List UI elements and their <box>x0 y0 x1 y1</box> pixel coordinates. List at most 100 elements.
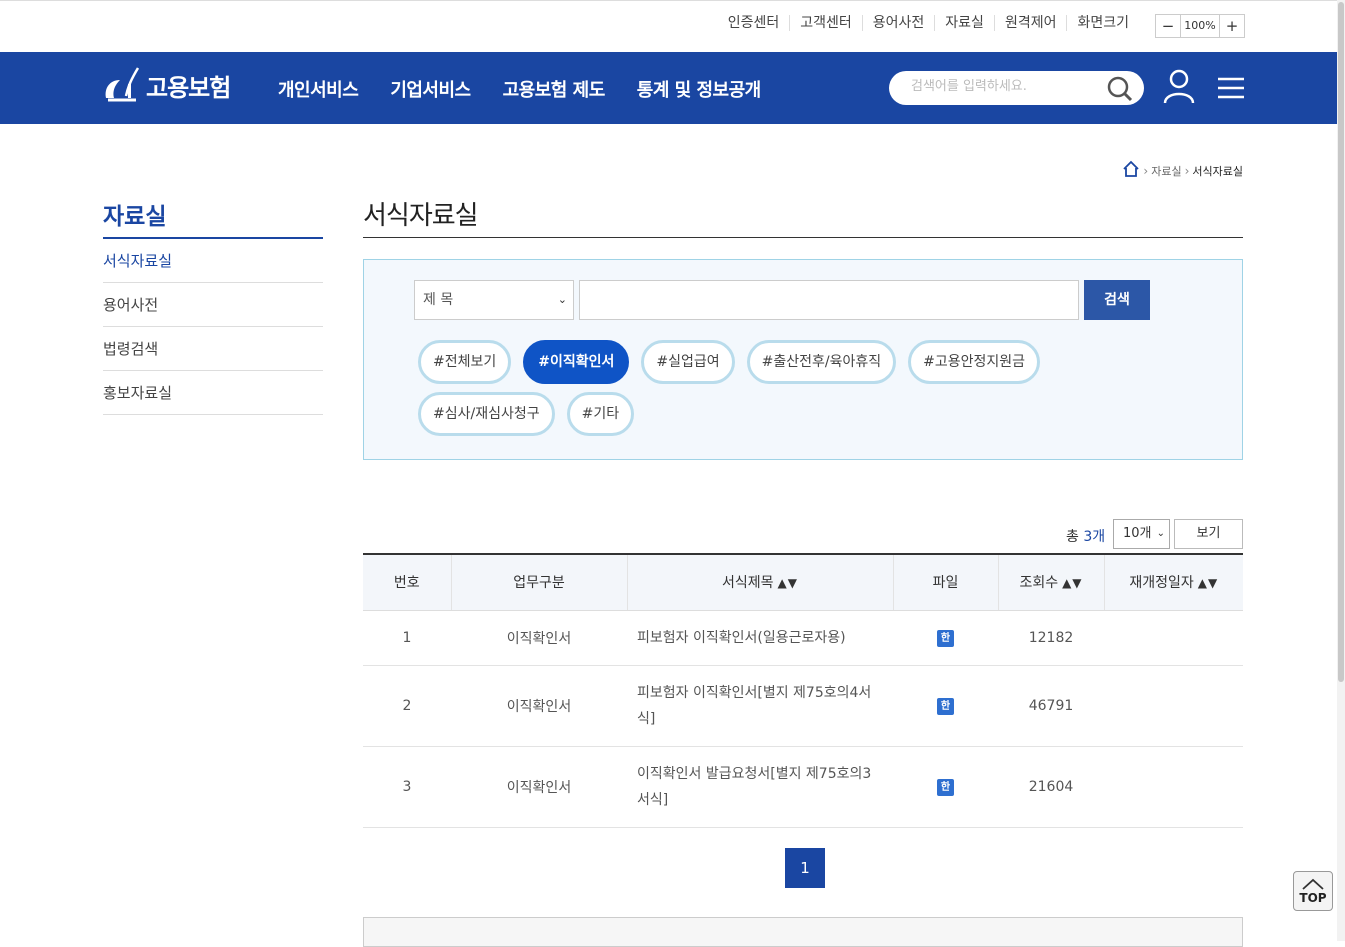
tag-unemployment-benefit[interactable]: #실업급여 <box>641 340 735 384</box>
header-search-input[interactable] <box>909 78 1099 95</box>
main-nav: 고용보험 개인서비스 기업서비스 고용보험 제도 통계 및 정보공개 <box>0 52 1337 124</box>
lnb-list: 서식자료실 용어사전 법령검색 홍보자료실 <box>103 239 323 415</box>
page-title: 서식자료실 <box>363 201 479 231</box>
user-icon[interactable] <box>1163 69 1195 109</box>
cell-no: 3 <box>363 746 451 828</box>
table-header-row: 번호 업무구분 서식제목 ▲▼ 파일 조회수 ▲▼ 재개정일자 ▲▼ <box>363 554 1243 611</box>
breadcrumb-item-archive[interactable]: 자료실 <box>1151 163 1181 179</box>
breadcrumb-item-current: 서식자료실 <box>1192 164 1243 178</box>
zoom-control: − 100% + <box>1155 14 1245 38</box>
tag-maternity-parental-leave[interactable]: #출산전후/육아휴직 <box>746 340 897 384</box>
hamburger-menu-icon[interactable] <box>1218 77 1244 103</box>
util-link-archive[interactable]: 자료실 <box>934 15 994 31</box>
chevron-up-icon <box>1302 878 1324 890</box>
hwp-file-icon[interactable]: 한 <box>937 778 954 796</box>
col-header-no: 번호 <box>363 554 451 611</box>
lnb-item-promotion[interactable]: 홍보자료실 <box>103 371 323 415</box>
tag-list: #전체보기 #이직확인서 #실업급여 #출산전후/육아휴직 #고용안정지원금 #… <box>418 340 1198 444</box>
search-filter-box: 제 목 ⌄ 검색 #전체보기 #이직확인서 #실업급여 #출산전후/육아휴직 #… <box>363 259 1243 460</box>
bottom-info-box <box>363 917 1243 947</box>
sort-icon[interactable]: ▲▼ <box>1062 576 1082 590</box>
top-button-label: TOP <box>1299 891 1327 905</box>
cell-views: 12182 <box>998 610 1104 666</box>
cell-file: 한 <box>893 665 998 747</box>
hwp-file-icon[interactable]: 한 <box>937 697 954 715</box>
view-button[interactable]: 보기 <box>1174 519 1243 549</box>
search-field-select[interactable]: 제 목 ⌄ <box>414 280 574 320</box>
cell-views: 46791 <box>998 665 1104 747</box>
breadcrumb: › 자료실 › 서식자료실 <box>1122 160 1243 181</box>
table-row: 2 이직확인서 피보험자 이직확인서[별지 제75호의4서식] 한 46791 <box>363 665 1243 747</box>
util-link-remote[interactable]: 원격제어 <box>993 15 1067 31</box>
table-row: 3 이직확인서 이직확인서 발급요청서[별지 제75호의3서식] 한 21604 <box>363 746 1243 828</box>
logo[interactable]: 고용보험 <box>102 64 231 106</box>
gnb-menu: 개인서비스 기업서비스 고용보험 제도 통계 및 정보공개 <box>278 76 793 102</box>
total-prefix: 총 <box>1066 529 1079 545</box>
col-header-file: 파일 <box>892 554 998 611</box>
gnb-item-business[interactable]: 기업서비스 <box>390 76 471 102</box>
logo-text: 고용보험 <box>146 73 231 102</box>
sort-icon[interactable]: ▲▼ <box>778 576 798 590</box>
col-header-views-label: 조회수 <box>1019 575 1059 592</box>
zoom-in-button[interactable]: + <box>1220 15 1244 37</box>
pagination-current-page[interactable]: 1 <box>785 848 825 888</box>
cell-category: 이직확인서 <box>451 610 627 666</box>
zoom-label: 화면크기 <box>1066 15 1139 31</box>
col-header-views[interactable]: 조회수 ▲▼ <box>997 554 1104 611</box>
home-icon[interactable] <box>1122 160 1140 181</box>
lnb-title: 자료실 <box>103 204 167 230</box>
search-field-value: 제 목 <box>423 292 454 308</box>
utility-bar: 인증센터 고객센터 용어사전 자료실 원격제어 화면크기 − 100% + <box>0 0 1337 52</box>
lnb-item-forms[interactable]: 서식자료실 <box>103 239 323 283</box>
cell-title-link[interactable]: 이직확인서 발급요청서[별지 제75호의3서식] <box>627 746 893 828</box>
total-count: 총 3개 <box>1066 526 1105 546</box>
breadcrumb-separator-icon: › <box>1184 163 1190 178</box>
tag-all[interactable]: #전체보기 <box>418 340 512 384</box>
cell-no: 1 <box>363 610 451 666</box>
page-scrollbar[interactable] <box>1337 0 1345 941</box>
util-link-glossary[interactable]: 용어사전 <box>861 15 935 31</box>
cell-category: 이직확인서 <box>451 746 627 828</box>
lnb-item-glossary[interactable]: 용어사전 <box>103 283 323 327</box>
util-link-auth[interactable]: 인증센터 <box>718 15 790 31</box>
sort-icon[interactable]: ▲▼ <box>1198 576 1218 590</box>
per-page-select[interactable]: 10개 ⌄ <box>1113 519 1170 549</box>
scrollbar-thumb[interactable] <box>1338 2 1344 682</box>
tag-employment-subsidy[interactable]: #고용안정지원금 <box>908 340 1041 384</box>
zoom-out-button[interactable]: − <box>1156 15 1180 37</box>
chevron-down-icon: ⌄ <box>557 293 567 306</box>
gnb-item-statistics[interactable]: 통계 및 정보공개 <box>637 76 761 102</box>
chevron-down-icon: ⌄ <box>1156 528 1165 539</box>
total-value: 3개 <box>1083 529 1106 545</box>
hwp-file-icon[interactable]: 한 <box>937 629 954 647</box>
col-header-title-label: 서식제목 <box>722 575 774 592</box>
utility-links: 인증센터 고객센터 용어사전 자료실 원격제어 화면크기 <box>718 15 1139 31</box>
cell-views: 21604 <box>998 746 1104 828</box>
tag-etc[interactable]: #기타 <box>566 392 635 436</box>
cell-date <box>1104 610 1243 666</box>
logo-icon <box>105 67 140 102</box>
breadcrumb-separator-icon: › <box>1143 163 1149 178</box>
col-header-date-label: 재개정일자 <box>1129 575 1194 592</box>
cell-title-link[interactable]: 피보험자 이직확인서(일용근로자용) <box>627 610 893 666</box>
cell-category: 이직확인서 <box>451 665 627 747</box>
tag-separation-certificate[interactable]: #이직확인서 <box>523 340 630 384</box>
zoom-value: 100% <box>1180 15 1220 37</box>
header-search <box>889 71 1144 105</box>
cell-no: 2 <box>363 665 451 747</box>
scroll-top-button[interactable]: TOP <box>1293 871 1333 911</box>
table-row: 1 이직확인서 피보험자 이직확인서(일용근로자용) 한 12182 <box>363 610 1243 666</box>
lnb-item-law-search[interactable]: 법령검색 <box>103 327 323 371</box>
util-link-customer[interactable]: 고객센터 <box>789 15 862 31</box>
cell-file: 한 <box>893 610 998 666</box>
search-icon[interactable] <box>1106 75 1134 107</box>
col-header-date[interactable]: 재개정일자 ▲▼ <box>1103 554 1243 611</box>
col-header-title[interactable]: 서식제목 ▲▼ <box>626 554 893 611</box>
col-header-category: 업무구분 <box>450 554 627 611</box>
cell-title-link[interactable]: 피보험자 이직확인서[별지 제75호의4서식] <box>627 665 893 747</box>
tag-review-appeal[interactable]: #심사/재심사청구 <box>418 392 555 436</box>
gnb-item-personal[interactable]: 개인서비스 <box>278 76 359 102</box>
gnb-item-system[interactable]: 고용보험 제도 <box>503 76 606 102</box>
search-button[interactable]: 검색 <box>1084 280 1150 320</box>
keyword-input[interactable] <box>579 280 1079 320</box>
